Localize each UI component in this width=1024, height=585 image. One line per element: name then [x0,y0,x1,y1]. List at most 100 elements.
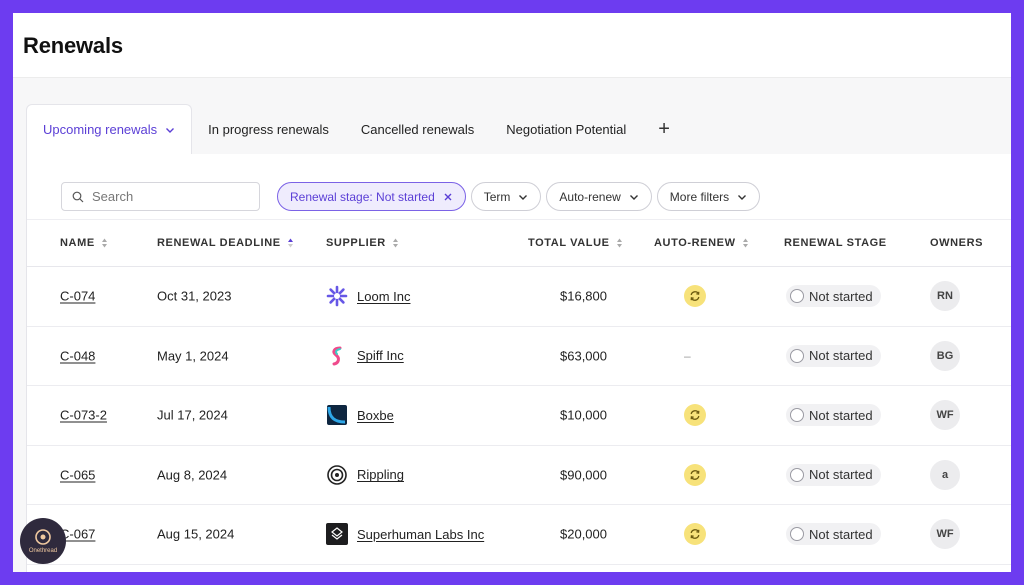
chip-label: More filters [669,189,730,204]
renewal-deadline: May 1, 2024 [157,348,229,364]
table-row[interactable]: C-074 Oct 31, 2023 Loom Inc $16,800 Not … [27,267,1011,327]
total-value: $16,800 [560,288,607,304]
status-circle-icon [790,408,804,423]
column-header-supplier[interactable]: SUPPLIER [326,237,399,249]
superhuman-logo-icon [326,523,348,546]
onethread-logo-icon [35,529,51,545]
total-value: $10,000 [560,407,607,423]
chevron-down-icon [738,194,747,200]
tab-label: Cancelled renewals [360,121,475,137]
renewal-stage-label: Not started [809,288,873,304]
supplier-link[interactable]: Spiff Inc [357,348,404,363]
spiff-logo-icon [326,345,348,367]
auto-renew-badge [684,523,706,546]
term-filter-dropdown[interactable]: Term [470,182,542,211]
refresh-icon [690,469,700,480]
table-row[interactable]: C-073-2 Jul 17, 2024 Boxbe $10,000 Not s… [27,386,1011,446]
owner-avatar[interactable]: RN [930,281,960,312]
chip-label: Term [483,189,511,204]
more-filters-dropdown[interactable]: More filters [656,182,761,211]
auto-renew-filter-dropdown[interactable]: Auto-renew [546,182,652,211]
contract-link[interactable]: C-048 [60,348,95,363]
total-value: $63,000 [560,348,607,364]
column-header-renewal-stage: RENEWAL STAGE [784,237,887,249]
page-header: Renewals [13,13,1011,78]
sort-icon [616,238,622,248]
renewal-stage-label: Not started [809,526,873,542]
owner-avatar[interactable]: a [930,459,960,490]
renewal-stage-badge[interactable]: Not started [786,463,881,486]
table-row[interactable]: C-048 May 1, 2024 Spiff Inc $63,000 – No… [27,327,1011,386]
refresh-icon [690,291,700,302]
supplier-link[interactable]: Boxbe [357,408,394,423]
owner-avatar[interactable]: WF [930,400,960,431]
renewal-stage-badge[interactable]: Not started [786,285,881,308]
column-header-total-value[interactable]: TOTAL VALUE [528,237,623,249]
chevron-down-icon [519,194,528,200]
search-box[interactable] [61,182,260,211]
column-label: AUTO-RENEW [654,237,736,249]
contract-link[interactable]: C-074 [60,289,95,304]
column-label: NAME [60,237,95,249]
table-body: C-074 Oct 31, 2023 Loom Inc $16,800 Not … [27,267,1011,565]
renewal-stage-badge[interactable]: Not started [786,404,881,427]
supplier-link[interactable]: Loom Inc [357,289,410,304]
renewal-stage-label: Not started [809,467,873,483]
refresh-icon [690,529,700,540]
contract-link[interactable]: C-065 [60,467,95,482]
column-label: OWNERS [930,237,984,249]
table-row[interactable]: C-065 Aug 8, 2024 Rippling $90,000 Not s… [27,446,1011,505]
renewal-deadline: Aug 8, 2024 [157,467,228,483]
tab-in-progress-renewals[interactable]: In progress renewals [192,104,345,154]
renewal-deadline: Jul 17, 2024 [157,407,228,423]
table-row[interactable]: C-067 Aug 15, 2024 Superhuman Labs Inc $… [27,505,1011,565]
tab-cancelled-renewals[interactable]: Cancelled renewals [345,104,490,154]
column-header-auto-renew[interactable]: AUTO-RENEW [654,237,749,249]
search-input[interactable] [92,189,252,204]
status-circle-icon [790,527,804,542]
column-label: SUPPLIER [326,237,386,249]
renewal-stage-filter-chip[interactable]: Renewal stage: Not started [277,182,466,211]
filter-bar: Renewal stage: Not started Term Auto-ren… [61,182,761,211]
tab-bar: Upcoming renewals In progress renewals C… [26,104,1011,154]
status-circle-icon [790,467,804,482]
renewal-stage-badge[interactable]: Not started [786,523,881,546]
sort-icon [392,238,398,248]
sort-icon [742,238,748,248]
supplier-link[interactable]: Rippling [357,467,404,482]
contract-link[interactable]: C-073-2 [60,408,107,423]
owner-avatar[interactable]: BG [930,340,960,371]
chevron-down-icon [629,194,638,200]
column-header-name[interactable]: NAME [60,237,108,249]
owner-avatar[interactable]: WF [930,519,960,550]
renewal-deadline: Oct 31, 2023 [157,288,232,304]
auto-renew-empty: – [684,348,691,363]
tab-label: Negotiation Potential [506,121,627,137]
tab-negotiation-potential[interactable]: Negotiation Potential [490,104,642,154]
add-tab-button[interactable]: + [642,104,686,154]
chevron-down-icon [166,127,175,133]
close-icon[interactable] [443,192,453,202]
tab-label: Upcoming renewals [43,122,158,137]
page-title: Renewals [23,33,123,58]
renewal-deadline: Aug 15, 2024 [157,526,235,542]
status-circle-icon [790,289,804,304]
boxbe-logo-icon [326,404,348,426]
chip-label: Renewal stage: Not started [290,189,435,204]
supplier-link[interactable]: Superhuman Labs Inc [357,527,484,542]
content-area: Upcoming renewals In progress renewals C… [13,78,1011,572]
app-window: Renewals Upcoming renewals In progress r… [13,13,1011,572]
sort-icon [101,238,107,248]
table-header: NAME RENEWAL DEADLINE SUPPLIER TOTAL VAL… [27,219,1011,267]
tab-label: In progress renewals [208,121,329,137]
column-label: RENEWAL STAGE [784,237,887,249]
auto-renew-badge [684,404,706,427]
total-value: $20,000 [560,526,607,542]
tab-upcoming-renewals[interactable]: Upcoming renewals [26,104,193,154]
column-header-deadline[interactable]: RENEWAL DEADLINE [157,237,294,249]
renewals-panel: Renewal stage: Not started Term Auto-ren… [26,154,1011,572]
column-header-owners: OWNERS [930,237,983,249]
auto-renew-badge [684,463,706,486]
renewal-stage-badge[interactable]: Not started [786,344,881,367]
chip-label: Auto-renew [559,189,621,204]
